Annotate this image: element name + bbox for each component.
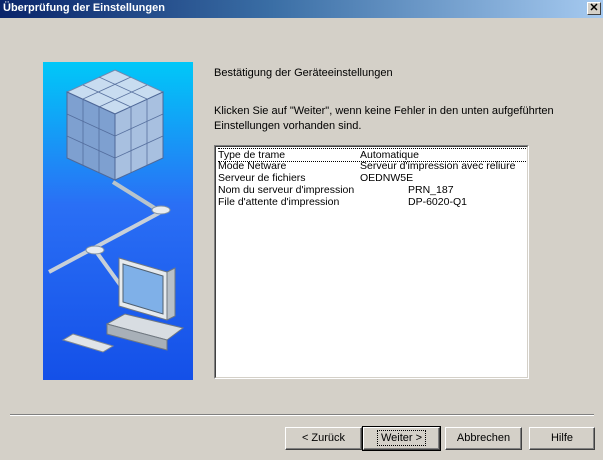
setting-value: OEDNW5E [360,172,414,184]
back-button-label: < Zurück [301,432,346,444]
computer-icon [61,257,185,353]
cancel-button[interactable]: Abbrechen [445,427,522,450]
instruction-text: Klicken Sie auf "Weiter", wenn keine Feh… [214,105,554,132]
next-button-label: Weiter > [376,430,427,446]
back-button[interactable]: < Zurück [285,427,362,450]
close-icon: ✕ [589,2,599,14]
close-button[interactable]: ✕ [587,2,601,15]
dialog-window: Überprüfung der Einstellungen ✕ Bestätig… [0,0,603,460]
setting-key: Serveur de fichiers [218,172,306,184]
next-button[interactable]: Weiter > [362,426,441,451]
divider-highlight [10,415,594,416]
settings-listbox[interactable]: Type de trame Automatique Mode Netware S… [214,145,529,379]
network-illustration [48,69,185,353]
title-bar[interactable]: Überprüfung der Einstellungen ✕ [0,0,603,18]
setting-key: Nom du serveur d'impression [218,184,355,196]
setting-value: DP-6020-Q1 [408,196,467,208]
setting-key: Mode Netware [218,160,287,172]
wizard-illustration [43,62,193,380]
help-button-label: Hilfe [550,432,573,444]
cancel-button-label: Abbrechen [456,432,511,444]
setting-key: File d'attente d'impression [218,196,340,208]
help-button[interactable]: Hilfe [529,427,595,450]
setting-value: PRN_187 [408,184,454,196]
settings-list: Type de trame Automatique Mode Netware S… [215,146,528,378]
setting-value: Serveur d'impression avec reliure [360,160,516,172]
window-title: Überprüfung der Einstellungen [3,2,165,14]
page-heading: Bestätigung der Geräteeinstellungen [214,67,393,79]
cube-icon [65,69,165,181]
